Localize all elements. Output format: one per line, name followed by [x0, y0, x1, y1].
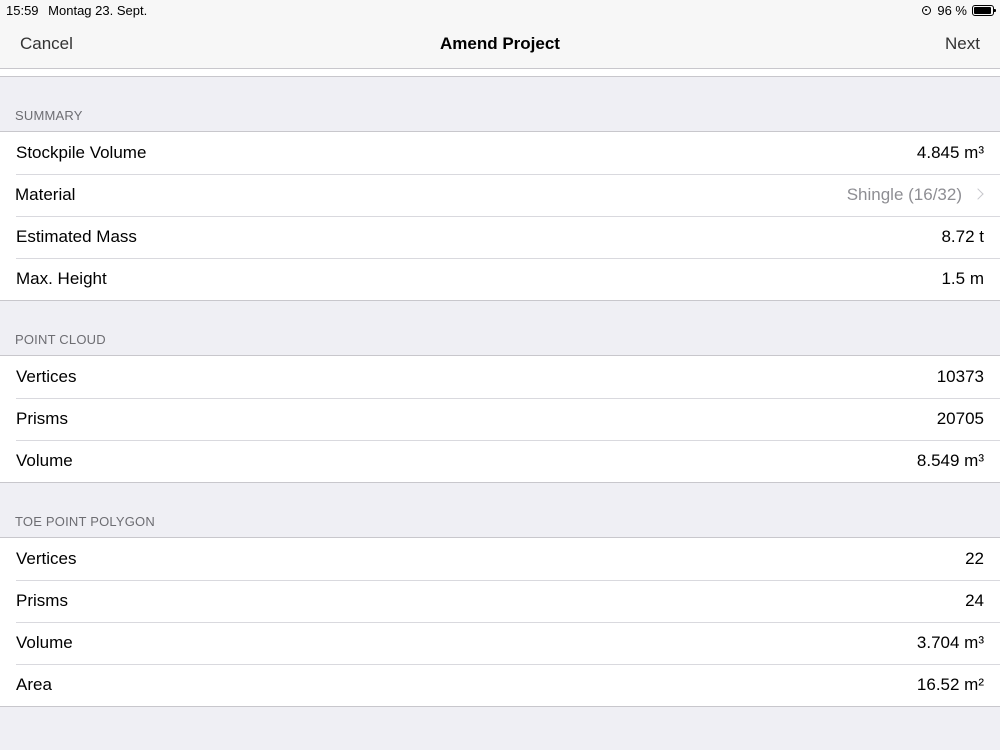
- row-point-cloud-prisms: Prisms 20705: [0, 398, 1000, 440]
- row-value: 1.5 m: [941, 269, 984, 288]
- row-toe-volume: Volume 3.704 m³: [0, 622, 1000, 664]
- row-label: Vertices: [16, 549, 77, 568]
- navigation-bar: Cancel Amend Project Next: [0, 20, 1000, 69]
- row-label: Stockpile Volume: [16, 143, 147, 162]
- row-label: Prisms: [16, 409, 68, 428]
- row-material[interactable]: Material Shingle (16/32): [0, 174, 1000, 216]
- material-value-wrap[interactable]: Shingle (16/32): [847, 185, 984, 205]
- orientation-lock-icon: [922, 5, 932, 15]
- row-value: 16.52 m²: [916, 675, 984, 694]
- row-label: Material: [15, 185, 76, 204]
- battery-icon: [972, 4, 996, 16]
- row-label: Volume: [16, 633, 73, 652]
- section-header-label: SUMMARY: [15, 108, 83, 123]
- row-label: Vertices: [16, 367, 77, 386]
- row-label: Estimated Mass: [16, 227, 137, 246]
- row-value: 20705: [936, 409, 984, 428]
- row-label: Area: [16, 675, 52, 694]
- status-left: 15:59 Montag 23. Sept.: [6, 3, 153, 18]
- row-toe-vertices: Vertices 22: [0, 538, 1000, 580]
- section-header-label: TOE POINT POLYGON: [15, 514, 155, 529]
- row-label: Volume: [16, 451, 73, 470]
- row-value: 22: [965, 549, 984, 568]
- section-header-summary: SUMMARY: [0, 77, 1000, 131]
- row-value: 4.845 m³: [916, 143, 984, 162]
- section-header-point-cloud: POINT CLOUD: [0, 301, 1000, 355]
- row-label: Prisms: [16, 591, 68, 610]
- point-cloud-group: Vertices 10373 Prisms 20705 Volume 8.549…: [0, 355, 1000, 483]
- row-value: Shingle (16/32): [846, 185, 962, 204]
- row-point-cloud-volume: Volume 8.549 m³: [0, 440, 1000, 482]
- row-estimated-mass: Estimated Mass 8.72 t: [0, 216, 1000, 258]
- row-value: 3.704 m³: [916, 633, 984, 652]
- row-point-cloud-vertices: Vertices 10373: [0, 356, 1000, 398]
- row-value: 8.549 m³: [916, 451, 984, 470]
- battery-percentage: 96 %: [937, 2, 967, 18]
- status-date: Montag 23. Sept.: [48, 2, 148, 18]
- row-value: 24: [965, 591, 984, 610]
- section-header-toe-point-polygon: TOE POINT POLYGON: [0, 483, 1000, 537]
- row-value: 10373: [936, 367, 984, 386]
- chevron-right-icon: [972, 188, 984, 200]
- page-title: Amend Project: [440, 34, 560, 53]
- section-header-label: POINT CLOUD: [15, 332, 106, 347]
- row-toe-prisms: Prisms 24: [0, 580, 1000, 622]
- next-button[interactable]: Next: [945, 34, 980, 54]
- status-time: 15:59: [6, 2, 39, 18]
- row-value: 8.72 t: [941, 227, 984, 246]
- row-toe-area: Area 16.52 m²: [0, 664, 1000, 706]
- status-right: 96 %: [922, 2, 996, 18]
- top-cell: [0, 69, 1000, 77]
- form-table[interactable]: SUMMARY Stockpile Volume 4.845 m³ Materi…: [0, 69, 1000, 707]
- row-max-height: Max. Height 1.5 m: [0, 258, 1000, 300]
- row-label: Max. Height: [16, 269, 107, 288]
- status-bar: 15:59 Montag 23. Sept. 96 %: [0, 0, 1000, 20]
- toe-point-polygon-group: Vertices 22 Prisms 24 Volume 3.704 m³ Ar…: [0, 537, 1000, 707]
- summary-group: Stockpile Volume 4.845 m³ Material Shing…: [0, 131, 1000, 301]
- row-stockpile-volume: Stockpile Volume 4.845 m³: [0, 132, 1000, 174]
